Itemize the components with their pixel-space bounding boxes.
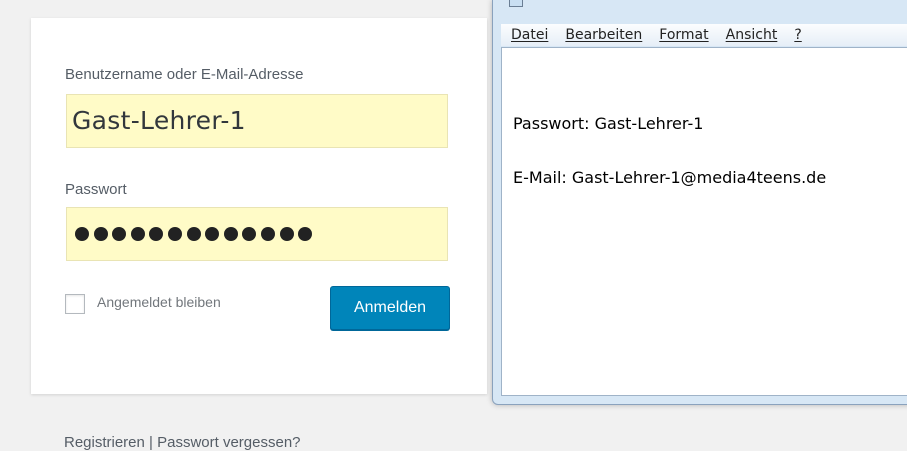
- remember-label[interactable]: Angemeldet bleiben: [97, 294, 221, 310]
- menu-help[interactable]: ?: [794, 27, 801, 43]
- notepad-window: Datei Bearbeiten Format Ansicht ? Passwo…: [492, 0, 907, 405]
- register-link[interactable]: Registrieren: [64, 434, 145, 451]
- password-dot: [279, 227, 294, 241]
- login-form: Benutzername oder E-Mail-Adresse Gast-Le…: [31, 18, 487, 394]
- password-dot: [186, 227, 201, 241]
- username-label: Benutzername oder E-Mail-Adresse: [65, 66, 304, 83]
- bottom-links: Registrieren | Passwort vergessen?: [64, 434, 301, 451]
- password-dot: [242, 227, 257, 241]
- link-separator: |: [144, 434, 158, 451]
- text-editor[interactable]: Passwort: Gast-Lehrer-1 E-Mail: Gast-Leh…: [501, 47, 907, 396]
- editor-line-password: Passwort: Gast-Lehrer-1: [513, 114, 704, 133]
- password-dot: [223, 227, 238, 241]
- password-input[interactable]: [66, 207, 448, 261]
- remember-checkbox[interactable]: [65, 294, 85, 314]
- menu-datei[interactable]: Datei: [511, 27, 548, 43]
- menu-bearbeiten[interactable]: Bearbeiten: [565, 27, 642, 43]
- password-dot: [93, 227, 108, 241]
- password-dot: [75, 227, 89, 241]
- editor-line-email: E-Mail: Gast-Lehrer-1@media4teens.de: [513, 168, 827, 187]
- password-dots: [71, 227, 317, 241]
- window-icon: [509, 0, 523, 7]
- password-dot: [167, 227, 182, 241]
- password-dot: [112, 227, 127, 241]
- password-dot: [260, 227, 275, 241]
- password-dot: [149, 227, 164, 241]
- menu-ansicht[interactable]: Ansicht: [726, 27, 778, 43]
- menu-format[interactable]: Format: [659, 27, 708, 43]
- password-dot: [205, 227, 220, 241]
- password-label: Passwort: [65, 181, 127, 198]
- password-dot: [298, 227, 313, 241]
- username-input[interactable]: Gast-Lehrer-1: [66, 94, 448, 148]
- forgot-password-link[interactable]: Passwort vergessen?: [157, 434, 300, 451]
- menu-bar: Datei Bearbeiten Format Ansicht ?: [501, 24, 907, 46]
- login-button[interactable]: Anmelden: [330, 286, 450, 330]
- password-dot: [130, 227, 145, 241]
